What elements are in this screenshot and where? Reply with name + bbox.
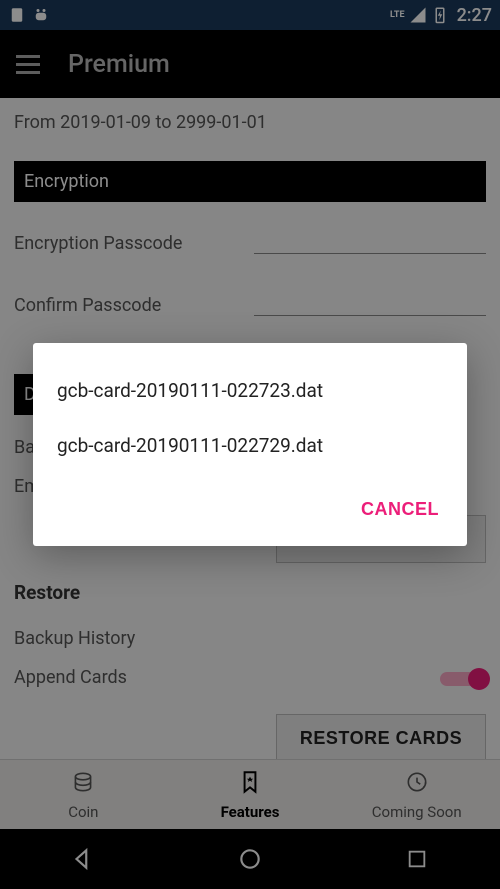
- cancel-button[interactable]: CANCEL: [351, 491, 449, 528]
- backup-history-dialog: gcb-card-20190111-022723.dat gcb-card-20…: [33, 343, 467, 546]
- backup-file-item[interactable]: gcb-card-20190111-022729.dat: [33, 418, 467, 473]
- modal-overlay[interactable]: gcb-card-20190111-022723.dat gcb-card-20…: [0, 0, 500, 889]
- backup-file-item[interactable]: gcb-card-20190111-022723.dat: [33, 363, 467, 418]
